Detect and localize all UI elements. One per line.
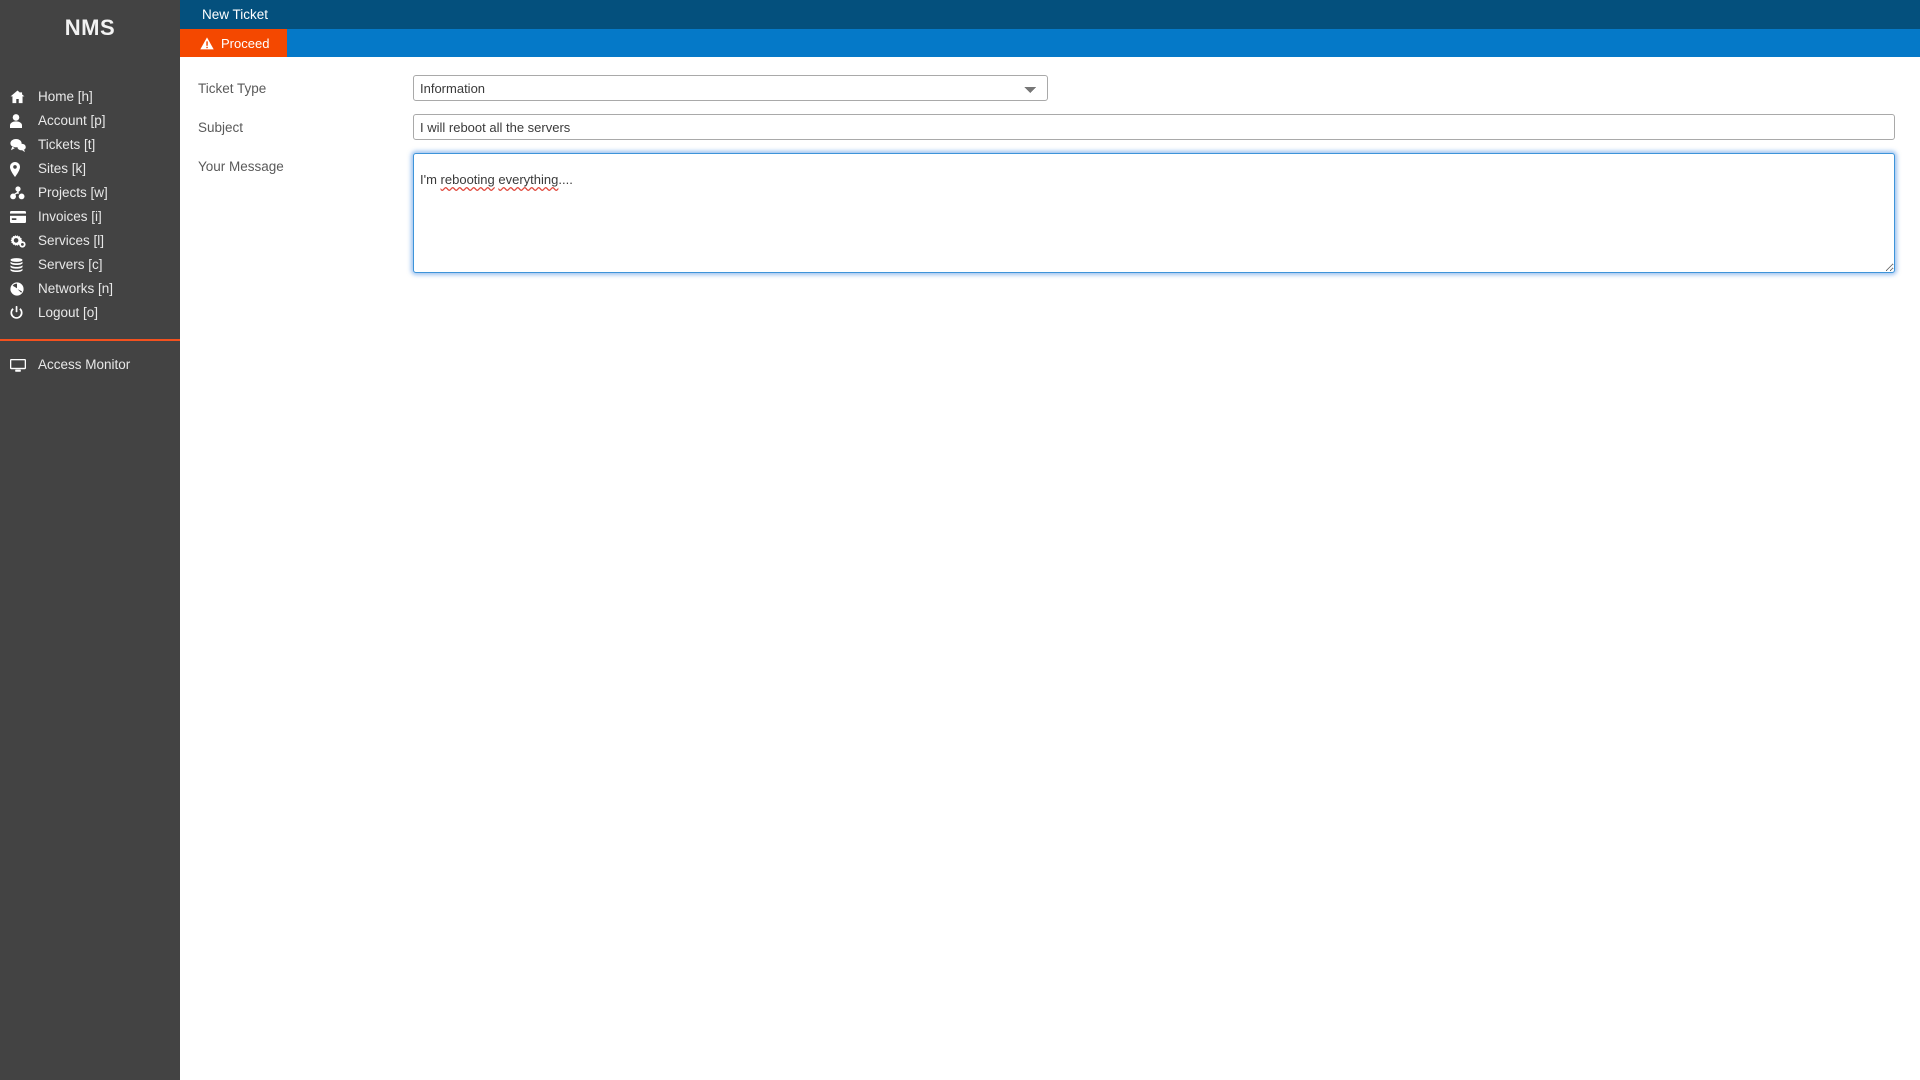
user-icon [10, 114, 32, 128]
sidebar-secondary-nav: Access Monitor [0, 353, 180, 377]
sidebar-item-account[interactable]: Account [p] [0, 109, 180, 133]
message-control: I'm rebooting everything.... [413, 153, 1895, 278]
action-toolbar: Proceed [180, 29, 1920, 57]
sidebar-item-label: Home [h] [38, 89, 93, 104]
sidebar-item-label: Services [l] [38, 233, 105, 248]
sidebar-item-label: Servers [c] [38, 257, 103, 272]
power-icon [10, 306, 32, 320]
sidebar-item-label: Tickets [t] [38, 137, 96, 152]
ticket-type-row: Ticket Type Information [198, 75, 1895, 101]
ticket-type-label: Ticket Type [198, 81, 267, 96]
message-label: Your Message [198, 159, 284, 174]
database-icon [10, 258, 32, 272]
proceed-button[interactable]: Proceed [180, 29, 288, 57]
subject-input[interactable] [413, 114, 1895, 140]
sidebar-item-label: Logout [o] [38, 305, 99, 320]
message-row: Your Message I'm rebooting everything...… [198, 153, 1895, 278]
sidebar: NMS Home [h] Account [p] Tickets [t] Sit… [0, 0, 180, 1080]
sidebar-item-tickets[interactable]: Tickets [t] [0, 133, 180, 157]
sidebar-item-label: Access Monitor [38, 357, 131, 372]
sidebar-item-projects[interactable]: Projects [w] [0, 181, 180, 205]
brand-logo: NMS [0, 0, 180, 56]
projects-icon [10, 186, 32, 200]
new-ticket-form: Ticket Type Information Subject Your Mes… [180, 57, 1920, 1080]
page-title: New Ticket [202, 7, 269, 22]
monitor-icon [10, 358, 32, 372]
map-marker-icon [10, 161, 32, 177]
credit-card-icon [10, 211, 32, 223]
sidebar-divider [0, 339, 180, 341]
sidebar-item-sites[interactable]: Sites [k] [0, 157, 180, 181]
proceed-button-label: Proceed [221, 35, 270, 51]
sidebar-item-home[interactable]: Home [h] [0, 85, 180, 109]
ticket-type-control: Information [413, 75, 1895, 101]
sidebar-item-access-monitor[interactable]: Access Monitor [0, 353, 180, 377]
sidebar-item-servers[interactable]: Servers [c] [0, 253, 180, 277]
message-textarea[interactable] [413, 153, 1895, 273]
home-icon [10, 90, 32, 104]
sidebar-item-label: Invoices [i] [38, 209, 102, 224]
comments-icon [10, 138, 32, 152]
cogs-icon [10, 234, 32, 248]
sidebar-item-networks[interactable]: Networks [n] [0, 277, 180, 301]
sidebar-item-label: Account [p] [38, 113, 106, 128]
main-content: New Ticket Proceed Ticket Type Informati… [180, 0, 1920, 1080]
sidebar-item-logout[interactable]: Logout [o] [0, 301, 180, 325]
sidebar-item-label: Networks [n] [38, 281, 114, 296]
brand-text: NMS [64, 15, 116, 40]
ticket-type-select[interactable]: Information [413, 75, 1048, 101]
sidebar-item-label: Projects [w] [38, 185, 108, 200]
subject-row: Subject [198, 114, 1895, 140]
sidebar-item-invoices[interactable]: Invoices [i] [0, 205, 180, 229]
globe-icon [10, 282, 32, 296]
sidebar-item-label: Sites [k] [38, 161, 87, 176]
app-root: NMS Home [h] Account [p] Tickets [t] Sit… [0, 0, 1920, 1080]
warning-triangle-icon [200, 36, 214, 50]
page-header: New Ticket [180, 0, 1920, 29]
subject-control [413, 114, 1895, 140]
sidebar-primary-nav: Home [h] Account [p] Tickets [t] Sites [… [0, 85, 180, 325]
subject-label: Subject [198, 120, 244, 135]
sidebar-item-services[interactable]: Services [l] [0, 229, 180, 253]
